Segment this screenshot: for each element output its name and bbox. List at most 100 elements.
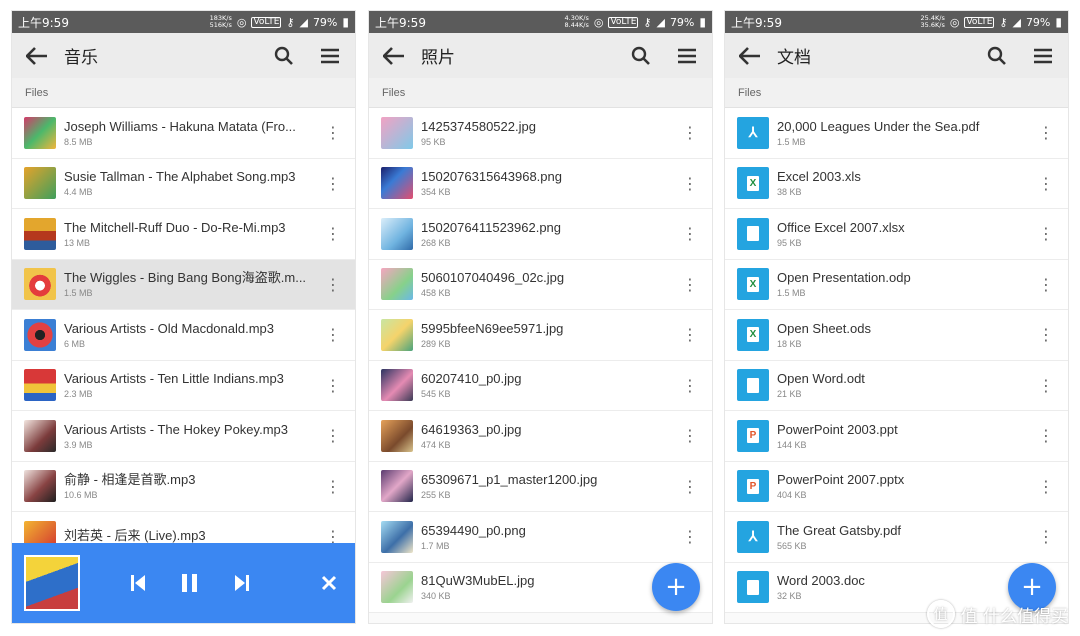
menu-icon [1034,48,1052,63]
list-item[interactable]: 64619363_p0.jpg 474 KB ⋮ [369,411,712,462]
breadcrumb[interactable]: Files [369,78,712,108]
now-playing-cover[interactable] [24,555,80,611]
list-item[interactable]: P PowerPoint 2003.ppt 144 KB ⋮ [725,411,1068,462]
item-name: 俞静 - 相逢是首歌.mp3 [64,472,196,488]
pause-button[interactable] [178,571,202,595]
more-options-button[interactable]: ⋮ [319,477,347,496]
list-item[interactable]: 1502076315643968.png 354 KB ⋮ [369,158,712,209]
more-options-button[interactable]: ⋮ [676,275,704,294]
menu-button[interactable] [1028,41,1058,71]
more-options-button[interactable]: ⋮ [1032,426,1060,445]
list-item[interactable]: 65394490_p0.png 1.7 MB ⋮ [369,512,712,563]
list-item[interactable]: Various Artists - The Hokey Pokey.mp3 3.9… [12,411,355,462]
list-item[interactable]: X Open Sheet.ods 18 KB ⋮ [725,310,1068,361]
more-options-button[interactable]: ⋮ [319,224,347,243]
key-icon: ⚷ [999,15,1008,29]
list-item[interactable]: Various Artists - Old Macdonald.mp3 6 MB … [12,310,355,361]
more-options-button[interactable]: ⋮ [1032,123,1060,142]
breadcrumb[interactable]: Files [725,78,1068,108]
image-thumbnail [381,318,413,351]
more-vert-icon: ⋮ [325,476,341,496]
list-item[interactable]: P PowerPoint 2007.pptx 404 KB ⋮ [725,461,1068,512]
more-vert-icon: ⋮ [325,173,341,193]
volte-badge: VoLTE [251,16,282,28]
next-button[interactable] [230,571,254,595]
image-thumbnail [381,571,413,604]
more-options-button[interactable]: ⋮ [1032,275,1060,294]
previous-button[interactable] [126,571,150,595]
list-item[interactable]: The Mitchell-Ruff Duo - Do-Re-Mi.mp3 13 M… [12,209,355,260]
more-options-button[interactable]: ⋮ [676,376,704,395]
search-button[interactable] [269,41,299,71]
menu-icon [678,48,696,63]
list-item[interactable]: ⅄ 20,000 Leagues Under the Sea.pdf 1.5 MB ⋮ [725,108,1068,159]
more-options-button[interactable]: ⋮ [319,376,347,395]
list-item[interactable]: 1425374580522.jpg 95 KB ⋮ [369,108,712,159]
list-item[interactable]: 1502076411523962.png 268 KB ⋮ [369,209,712,260]
more-options-button[interactable]: ⋮ [1032,325,1060,344]
list-item[interactable]: Various Artists - Ten Little Indians.mp3… [12,360,355,411]
spreadsheet-file-icon: X [737,268,769,301]
image-thumbnail [381,369,413,402]
more-options-button[interactable]: ⋮ [676,123,704,142]
list-item[interactable]: Joseph Williams - Hakuna Matata (Fro... 8… [12,108,355,159]
close-player-button[interactable] [317,571,341,595]
more-options-button[interactable]: ⋮ [676,426,704,445]
more-vert-icon: ⋮ [682,274,698,294]
more-options-button[interactable]: ⋮ [676,174,704,193]
more-options-button[interactable]: ⋮ [319,174,347,193]
list-item[interactable]: Susie Tallman - The Alphabet Song.mp3 4.4… [12,158,355,209]
music-panel: 上午9:59 183K/s 516K/s ◎ VoLTE ⚷ ◢ 79% ▮ 音… [11,10,356,624]
back-button[interactable] [22,41,52,71]
list-item-selected[interactable]: The Wiggles - Bing Bang Bong海盗歌.m... 1.5 … [12,259,355,310]
item-size: 340 KB [421,591,451,602]
list-item[interactable]: X Excel 2003.xls 38 KB ⋮ [725,158,1068,209]
list-item[interactable]: 俞静 - 相逢是首歌.mp3 10.6 MB ⋮ [12,461,355,512]
list-item[interactable]: 65309671_p1_master1200.jpg 255 KB ⋮ [369,461,712,512]
breadcrumb[interactable]: Files [12,78,355,108]
list-item[interactable]: Office Excel 2007.xlsx 95 KB ⋮ [725,209,1068,260]
list-item[interactable]: X Open Presentation.odp 1.5 MB ⋮ [725,259,1068,310]
more-options-button[interactable]: ⋮ [1032,224,1060,243]
add-button[interactable]: + [652,563,700,611]
back-button[interactable] [735,41,765,71]
item-size: 8.5 MB [64,136,93,147]
list-item[interactable]: 60207410_p0.jpg 545 KB ⋮ [369,360,712,411]
item-size: 144 KB [777,439,807,450]
item-size: 95 KB [421,136,446,147]
more-options-button[interactable]: ⋮ [319,123,347,142]
add-icon: + [1021,572,1043,602]
item-name: 81QuW3MubEL.jpg [421,573,535,589]
status-time: 上午9:59 [375,15,426,30]
page-title: 音乐 [64,48,98,68]
more-options-button[interactable]: ⋮ [676,527,704,546]
back-button[interactable] [379,41,409,71]
more-options-button[interactable]: ⋮ [319,325,347,344]
more-options-button[interactable]: ⋮ [319,275,347,294]
search-button[interactable] [626,41,656,71]
list-item[interactable]: 5060107040496_02c.jpg 458 KB ⋮ [369,259,712,310]
list-item[interactable]: 5995bfeeN69ee5971.jpg 289 KB ⋮ [369,310,712,361]
list-item[interactable]: Open Word.odt 21 KB ⋮ [725,360,1068,411]
search-button[interactable] [982,41,1012,71]
hotspot-icon: ◎ [949,15,960,29]
more-options-button[interactable]: ⋮ [1032,376,1060,395]
more-options-button[interactable]: ⋮ [1032,527,1060,546]
list-item[interactable]: ⅄ The Great Gatsby.pdf 565 KB ⋮ [725,512,1068,563]
menu-button[interactable] [672,41,702,71]
more-options-button[interactable]: ⋮ [676,477,704,496]
more-vert-icon: ⋮ [682,476,698,496]
more-options-button[interactable]: ⋮ [676,325,704,344]
arrow-left-icon [26,46,47,65]
more-vert-icon: ⋮ [682,173,698,193]
more-options-button[interactable]: ⋮ [319,426,347,445]
more-vert-icon: ⋮ [682,527,698,547]
app-bar: 照片 [369,33,712,78]
menu-button[interactable] [315,41,345,71]
album-thumbnail [24,167,56,200]
more-options-button[interactable]: ⋮ [676,224,704,243]
more-options-button[interactable]: ⋮ [1032,174,1060,193]
item-name: Joseph Williams - Hakuna Matata (Fro... [64,118,296,134]
site-logo-icon: 值 [926,600,955,628]
more-options-button[interactable]: ⋮ [1032,477,1060,496]
